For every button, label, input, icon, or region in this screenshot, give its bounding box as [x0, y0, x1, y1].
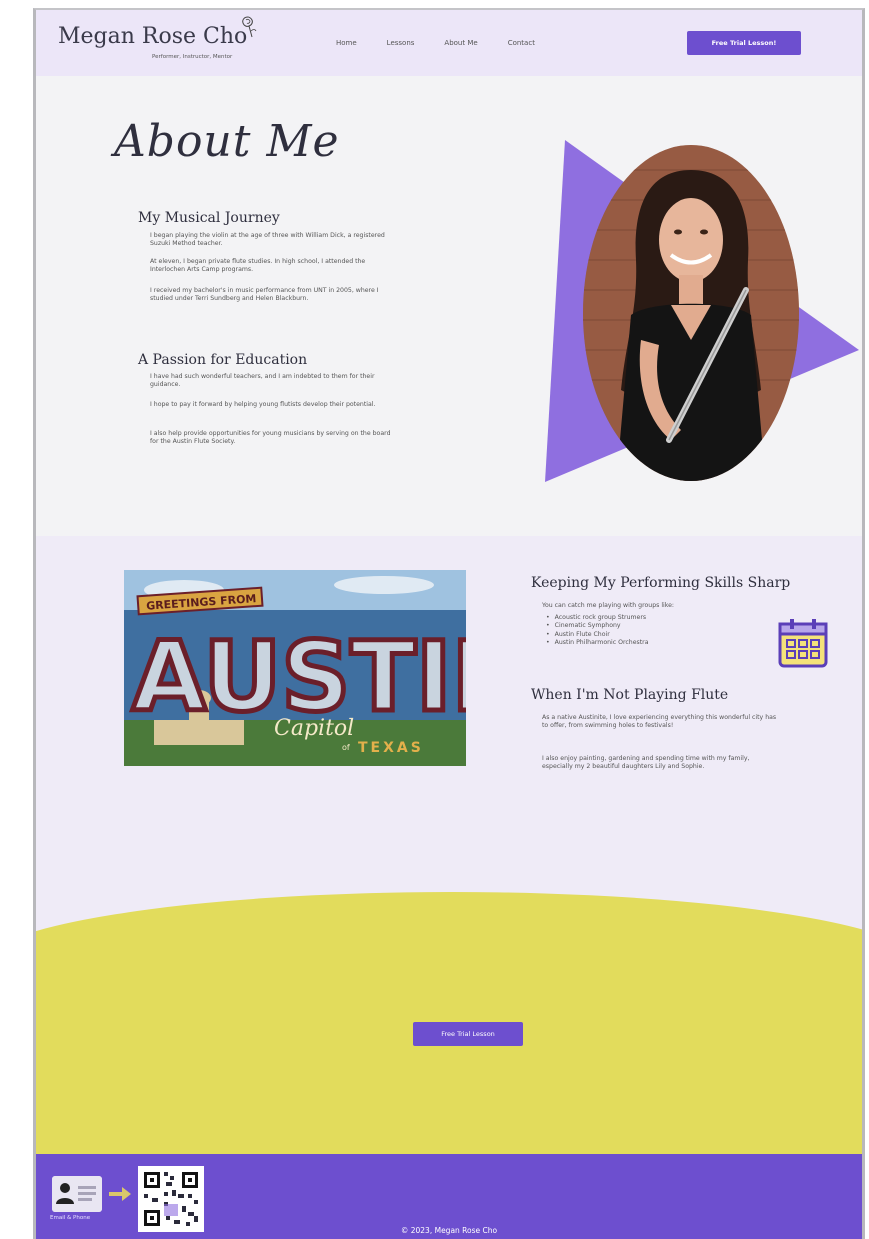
not-playing-heading: When I'm Not Playing Flute	[531, 687, 729, 703]
austin-postcard-image: AUSTIN GREETINGS FROM Capitol of TEXAS	[124, 570, 466, 766]
groups-list: Acoustic rock group Strumers Cinematic S…	[546, 614, 649, 648]
nav-about-me[interactable]: About Me	[444, 39, 477, 47]
cta-section	[36, 960, 862, 1154]
site-header: Megan Rose Cho Performer, Instructor, Me…	[36, 10, 862, 76]
journey-paragraph: I began playing the violin at the age of…	[150, 232, 385, 248]
copyright-text: © 2023, Megan Rose Cho	[400, 1226, 498, 1235]
postcard-connector: of	[342, 743, 350, 752]
education-paragraph: I hope to pay it forward by helping youn…	[150, 401, 376, 408]
nav-contact[interactable]: Contact	[508, 39, 535, 47]
skills-intro: You can catch me playing with groups lik…	[542, 602, 675, 609]
education-paragraph: I have had such wonderful teachers, and …	[150, 373, 375, 389]
journey-paragraph: At eleven, I began private flute studies…	[150, 258, 366, 274]
page-title: About Me	[114, 116, 340, 167]
nav-home[interactable]: Home	[336, 39, 357, 47]
free-trial-button[interactable]: Free Trial Lesson!	[687, 31, 801, 55]
list-item: Austin Flute Choir	[546, 631, 649, 639]
journey-paragraph: I received my bachelor's in music perfor…	[150, 287, 379, 303]
not-playing-paragraph: I also enjoy painting, gardening and spe…	[542, 755, 750, 771]
journey-heading: My Musical Journey	[138, 210, 280, 226]
contact-card-icon[interactable]	[52, 1176, 102, 1212]
list-item: Cinematic Symphony	[546, 622, 649, 630]
education-heading: A Passion for Education	[138, 352, 308, 368]
skills-heading: Keeping My Performing Skills Sharp	[531, 575, 791, 591]
contact-card-caption: Email & Phone	[50, 1215, 91, 1221]
calendar-icon	[778, 619, 828, 668]
qr-code[interactable]	[138, 1166, 204, 1232]
education-paragraph: I also help provide opportunities for yo…	[150, 430, 391, 446]
free-trial-lesson-button[interactable]: Free Trial Lesson	[413, 1022, 523, 1046]
arrow-right-icon	[109, 1187, 131, 1201]
site-logo[interactable]: Megan Rose Cho	[58, 24, 247, 49]
site-footer: Email & Phone © 2023, Megan Rose Cho	[36, 1154, 862, 1239]
postcard-state: TEXAS	[358, 740, 424, 756]
portrait-graphic	[545, 140, 859, 482]
main-nav: Home Lessons About Me Contact	[336, 39, 565, 47]
rose-icon	[242, 16, 257, 38]
site-tagline: Performer, Instructor, Mentor	[152, 54, 233, 60]
not-playing-paragraph: As a native Austinite, I love experienci…	[542, 714, 777, 730]
page: Megan Rose Cho Performer, Instructor, Me…	[33, 8, 865, 1239]
list-item: Austin Philharmonic Orchestra	[546, 639, 649, 647]
postcard-script: Capitol	[274, 716, 354, 741]
nav-lessons[interactable]: Lessons	[387, 39, 415, 47]
list-item: Acoustic rock group Strumers	[546, 614, 649, 622]
